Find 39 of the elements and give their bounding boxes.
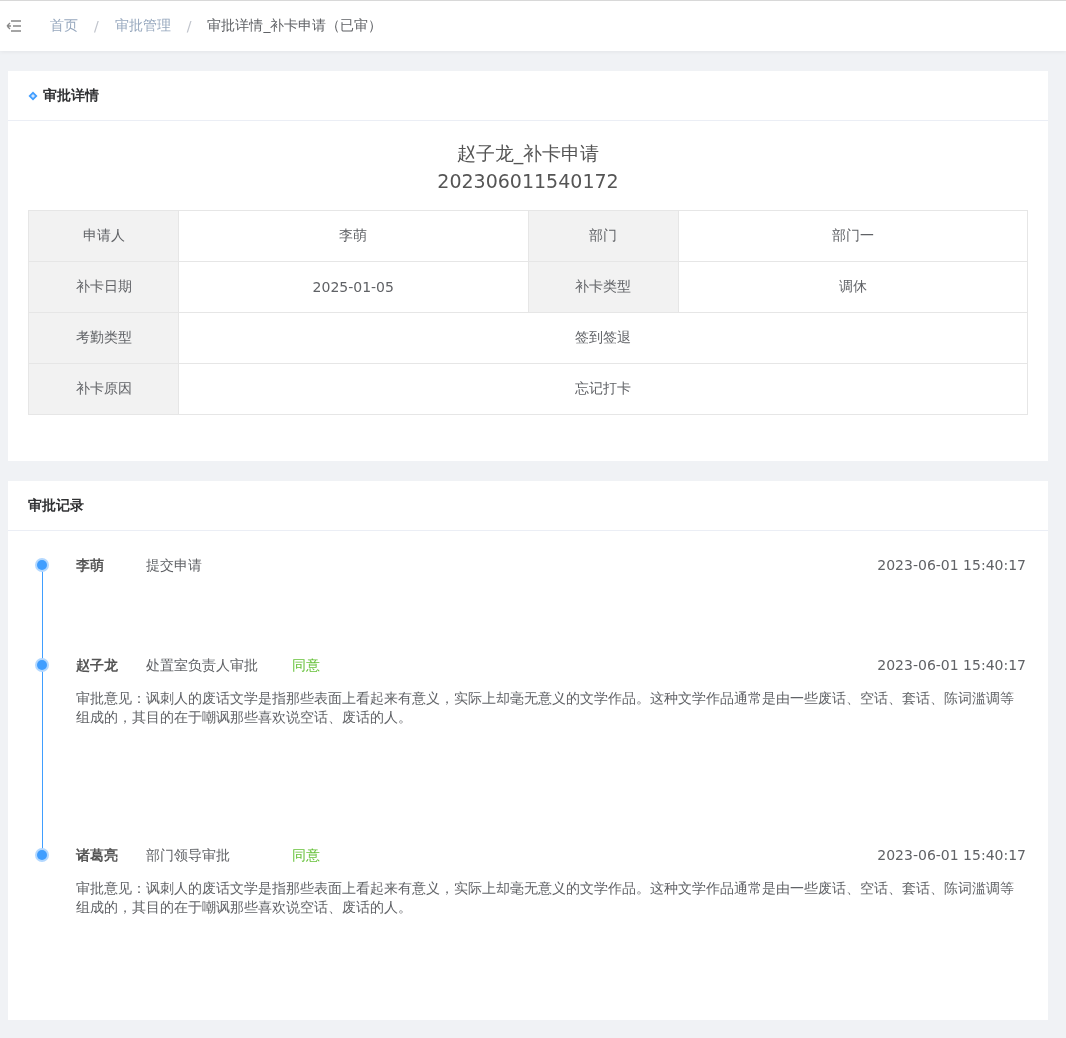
field-label: 补卡原因 (28, 363, 179, 415)
approval-comment: 审批意见：讽刺人的废话文学是指那些表面上看起来有意义，实际上却毫无意义的文学作品。这种文学作品通常是由一些废话、空话、套话、陈词滥调等组成的，其目的在于嘲讽那些喜欢说空话、废话的人。 (76, 879, 1015, 917)
approver-name: 李萌 (76, 557, 105, 573)
approval-step: 处置室负责人审批 (146, 657, 292, 673)
field-label: 考勤类型 (28, 312, 179, 364)
section-title: 审批详情 (43, 86, 99, 105)
approval-result: 同意 (292, 847, 320, 863)
diamond-icon (28, 90, 38, 101)
field-value: 2025-01-05 (178, 261, 528, 313)
field-value: 签到签退 (178, 312, 1028, 364)
field-value: 调休 (678, 261, 1028, 313)
application-number: 202306011540172 (436, 169, 620, 194)
timestamp: 2023-06-01 15:40:17 (877, 657, 1026, 673)
field-label: 部门 (528, 210, 678, 262)
field-label: 补卡日期 (28, 261, 179, 313)
approver-name: 诸葛亮 (76, 847, 119, 863)
menu-fold-icon[interactable] (6, 20, 22, 32)
section-title: 审批记录 (28, 496, 84, 515)
field-label: 申请人 (28, 210, 179, 262)
field-value: 忘记打卡 (178, 363, 1028, 415)
timestamp: 2023-06-01 15:40:17 (877, 847, 1026, 863)
breadcrumb-separator: / (94, 18, 99, 34)
breadcrumb-item[interactable]: 首页 (50, 17, 78, 35)
timestamp: 2023-06-01 15:40:17 (877, 557, 1026, 573)
timeline-dot (37, 850, 47, 860)
approval-result: 同意 (292, 657, 320, 673)
approval-comment: 审批意见：讽刺人的废话文学是指那些表面上看起来有意义，实际上却毫无意义的文学作品。这种文学作品通常是由一些废话、空话、套话、陈词滥调等组成的，其目的在于嘲讽那些喜欢说空话、废话的人。 (76, 689, 1015, 727)
timeline-dot (37, 560, 47, 570)
field-value: 李萌 (178, 210, 528, 262)
breadcrumb-item[interactable]: 审批管理 (114, 17, 171, 35)
application-title: 赵子龙_补卡申请 (455, 141, 601, 167)
field-label: 补卡类型 (528, 261, 678, 313)
approver-name: 赵子龙 (76, 657, 119, 673)
timeline-dot (37, 660, 47, 670)
approval-step: 提交申请 (146, 557, 292, 573)
breadcrumb-separator: / (186, 18, 192, 34)
field-value: 部门一 (678, 210, 1028, 262)
approval-step: 部门领导审批 (146, 847, 292, 863)
breadcrumb-item: 审批详情_补卡申请（已审） (207, 17, 383, 35)
